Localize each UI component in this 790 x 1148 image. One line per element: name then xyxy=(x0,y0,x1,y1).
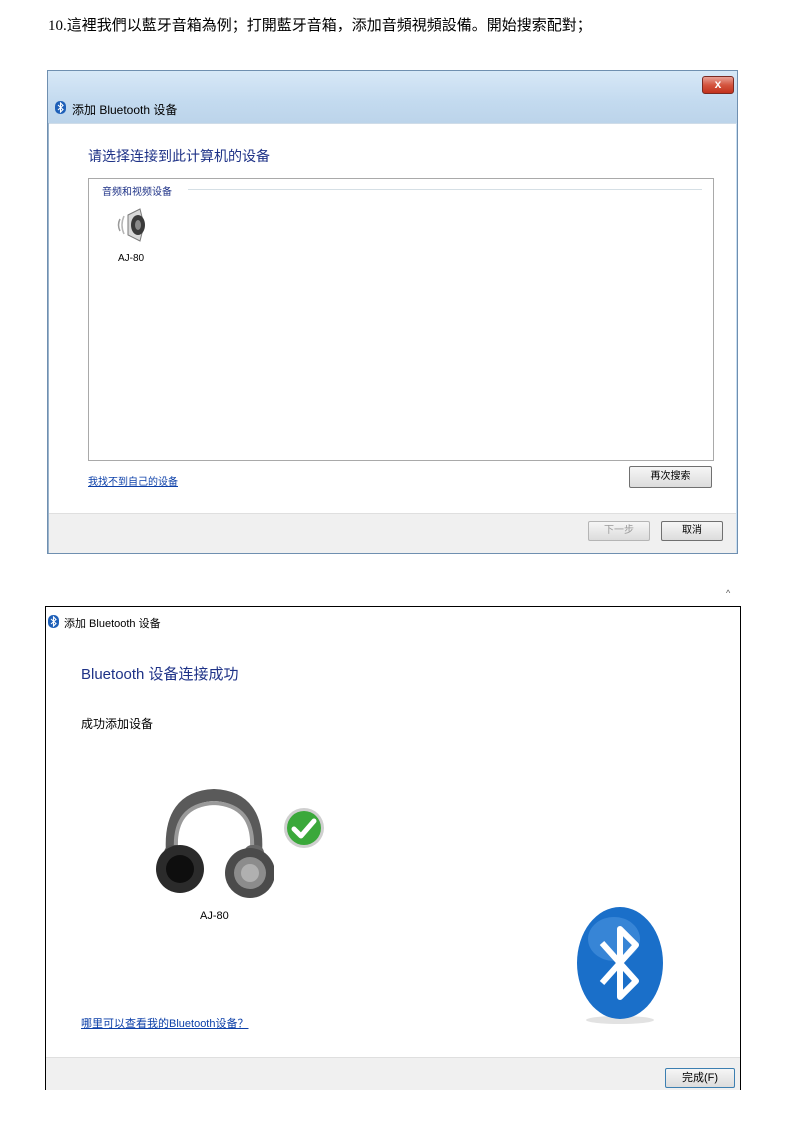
window-title: 添加 Bluetooth 设备 xyxy=(64,618,161,630)
cant-find-device-link[interactable]: 我找不到自己的设备 xyxy=(88,473,178,488)
window-footer xyxy=(46,1057,740,1090)
device-list-box xyxy=(88,178,714,461)
device-name[interactable]: AJ-80 xyxy=(118,253,144,264)
window-title: 添加 Bluetooth 设备 xyxy=(72,103,178,117)
add-bluetooth-window-search: x 添加 Bluetooth 设备 请选择连接到此计算机的设备 音频和视频设备 … xyxy=(47,70,738,554)
bluetooth-icon xyxy=(55,101,66,114)
headphones-icon xyxy=(156,789,274,898)
success-subheading: 成功添加设备 xyxy=(81,717,154,731)
finish-button[interactable]: 完成(F) xyxy=(665,1068,735,1088)
group-label: 音频和视频设备 xyxy=(100,183,174,198)
speaker-icon[interactable] xyxy=(114,205,154,245)
instruction-caption: 10.這裡我們以藍牙音箱為例；打開藍牙音箱，添加音頻視頻設備。開始搜索配對； xyxy=(48,18,592,34)
page-heading: Bluetooth 设备连接成功 xyxy=(81,666,239,683)
next-button[interactable]: 下一步 xyxy=(588,521,650,541)
search-again-button[interactable]: 再次搜索 xyxy=(629,466,712,488)
group-divider xyxy=(188,189,702,190)
device-name: AJ-80 xyxy=(200,910,229,922)
close-button[interactable]: x xyxy=(702,76,734,94)
add-bluetooth-window-success: 添加 Bluetooth 设备 Bluetooth 设备连接成功 成功添加设备 … xyxy=(45,606,741,1090)
bluetooth-icon xyxy=(48,615,59,628)
checkmark-icon xyxy=(284,808,324,848)
view-bluetooth-devices-link[interactable]: 哪里可以查看我的Bluetooth设备？ xyxy=(81,1015,248,1031)
bluetooth-logo-icon xyxy=(577,907,663,1024)
cancel-button[interactable]: 取消 xyxy=(661,521,723,541)
page-heading: 请选择连接到此计算机的设备 xyxy=(88,148,270,164)
stray-mark: ^ xyxy=(726,588,731,598)
